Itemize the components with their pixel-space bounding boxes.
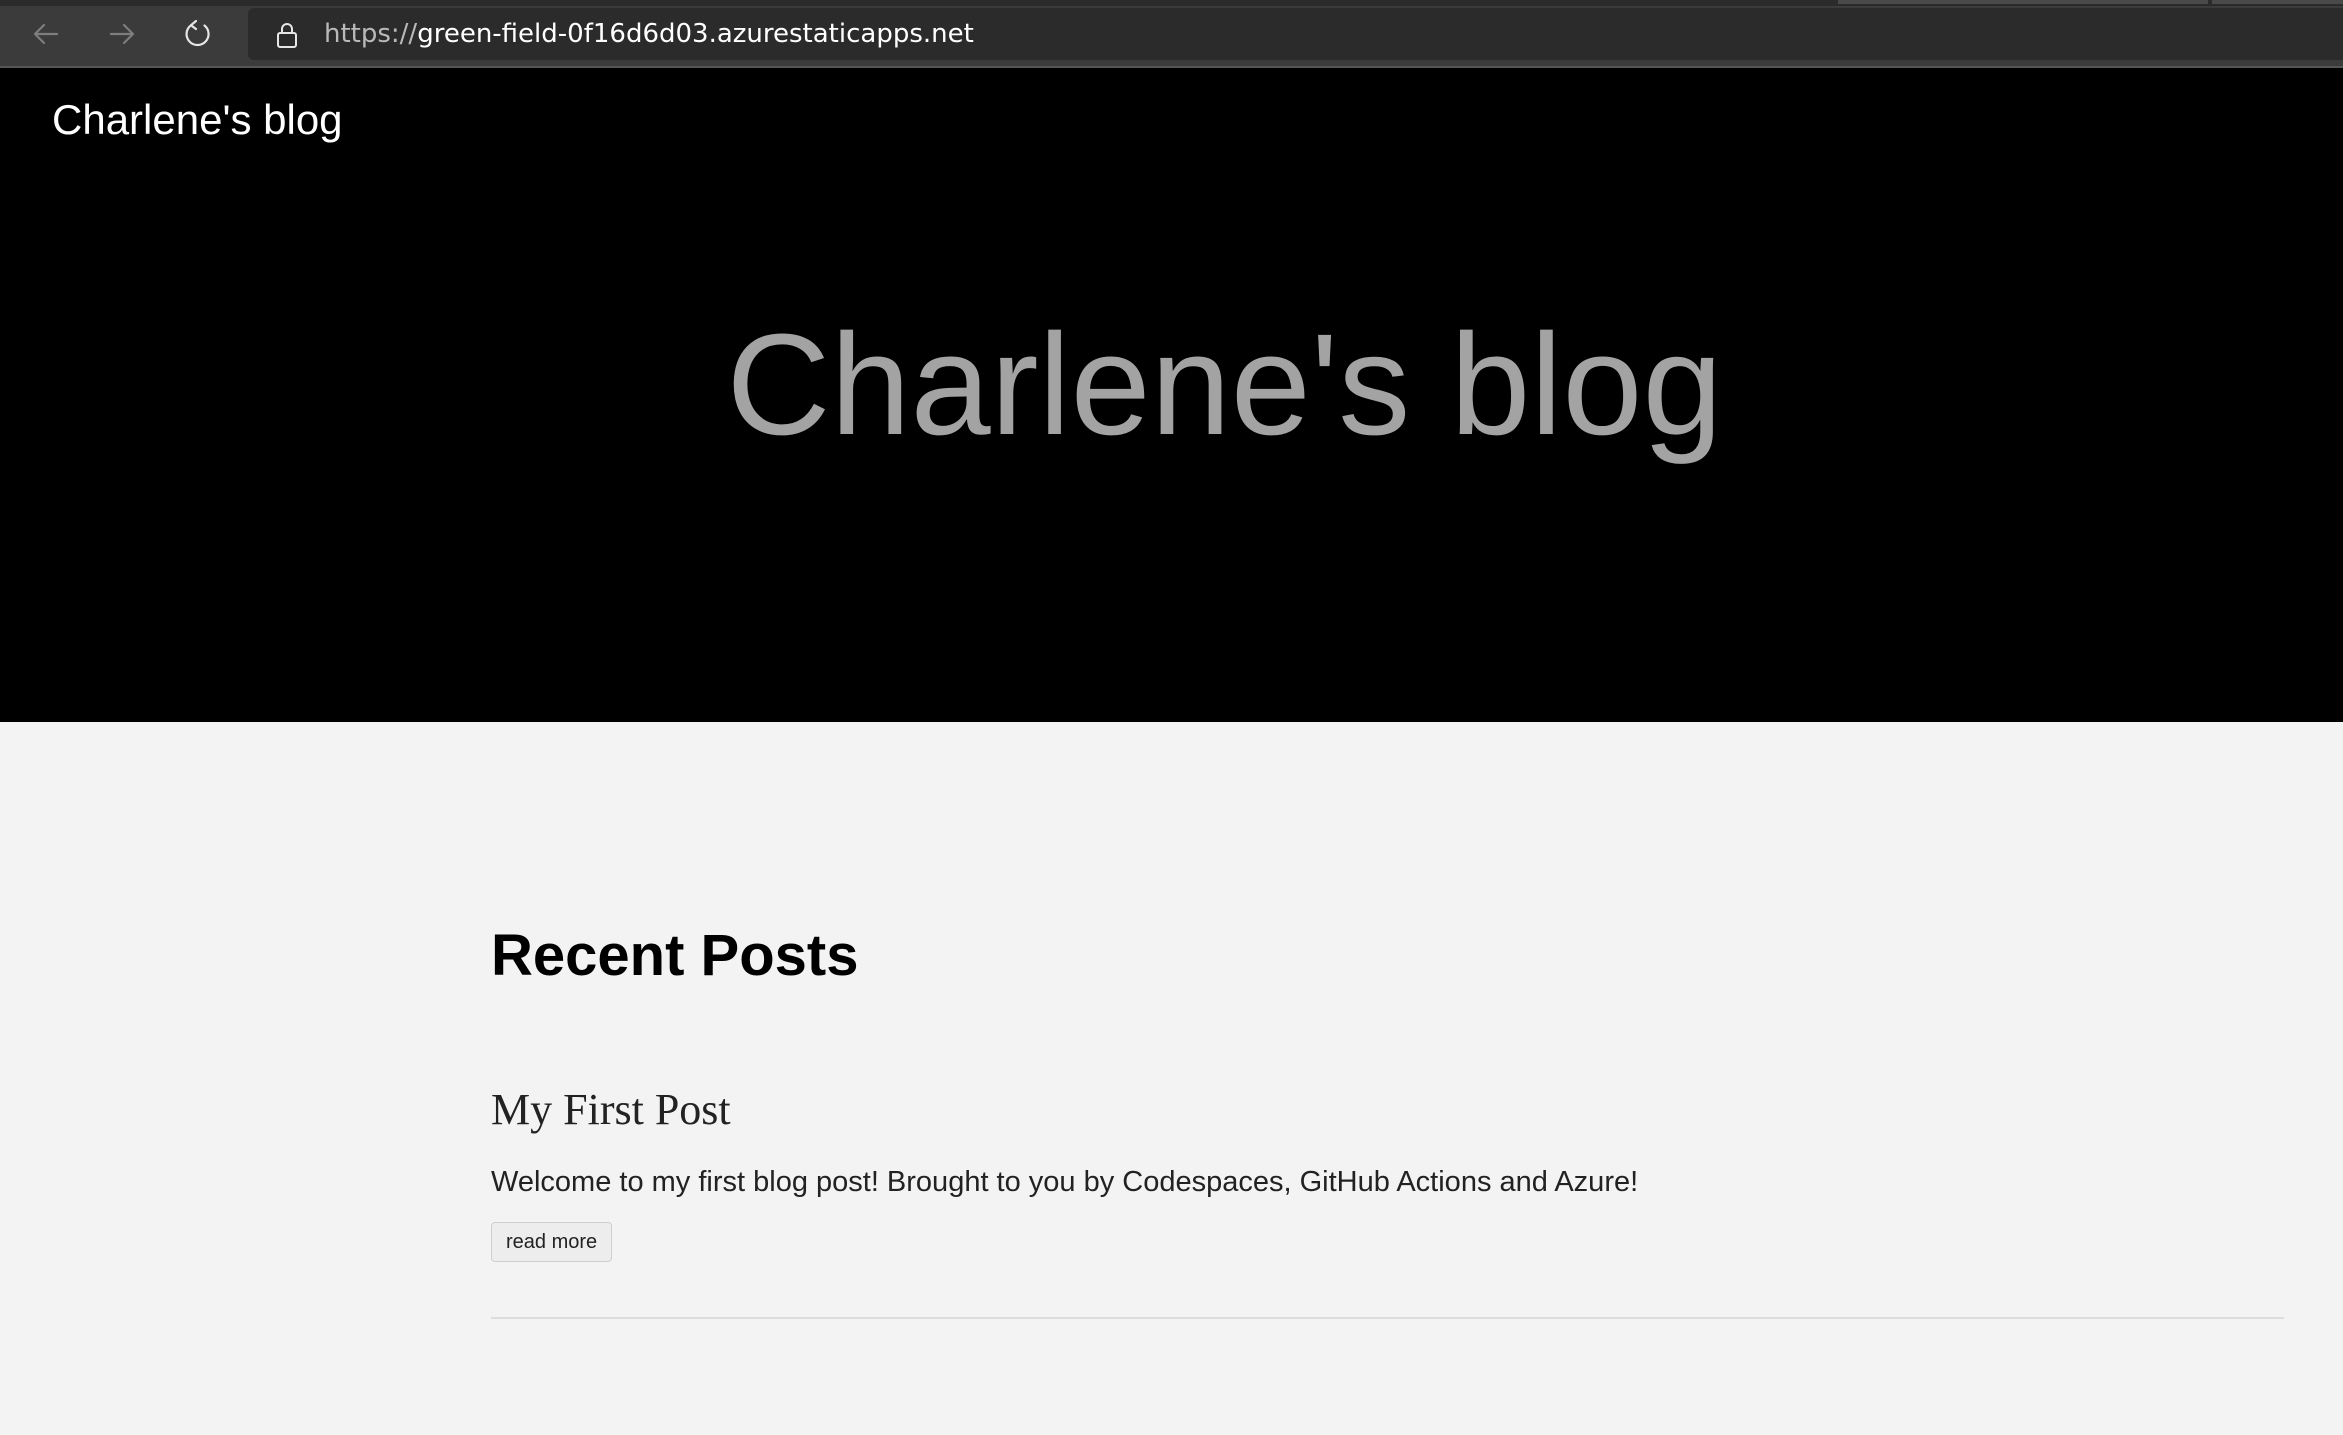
url-text[interactable]: https://green-field-0f16d6d03.azurestati… [324,18,974,50]
read-more-button[interactable]: read more [491,1222,613,1262]
post-title-link[interactable]: My First Post [491,1084,731,1135]
tab-indicator[interactable] [2212,0,2343,4]
url-scheme: https:// [324,19,418,49]
hero-banner: Charlene's blog Charlene's blog [0,68,2343,722]
browser-toolbar: https://green-field-0f16d6d03.azurestati… [0,0,2343,68]
tab-indicator[interactable] [1838,0,2208,4]
forward-button[interactable] [100,14,144,54]
site-title-link[interactable]: Charlene's blog [52,96,343,144]
lock-icon[interactable] [272,20,302,50]
url-host: green-field-0f16d6d03.azurestaticapps.ne… [417,19,974,49]
post-divider [491,1317,2284,1319]
tab-strip [0,0,2343,6]
recent-posts-heading: Recent Posts [491,923,859,988]
address-bar[interactable]: https://green-field-0f16d6d03.azurestati… [248,8,2343,60]
hero-title: Charlene's blog [726,304,1723,465]
arrow-left-icon [33,23,59,45]
reload-icon [185,19,210,47]
reload-button[interactable] [176,14,220,54]
back-button[interactable] [24,14,68,54]
arrow-right-icon [109,23,135,45]
post-excerpt: Welcome to my first blog post! Brought t… [491,1166,1639,1198]
